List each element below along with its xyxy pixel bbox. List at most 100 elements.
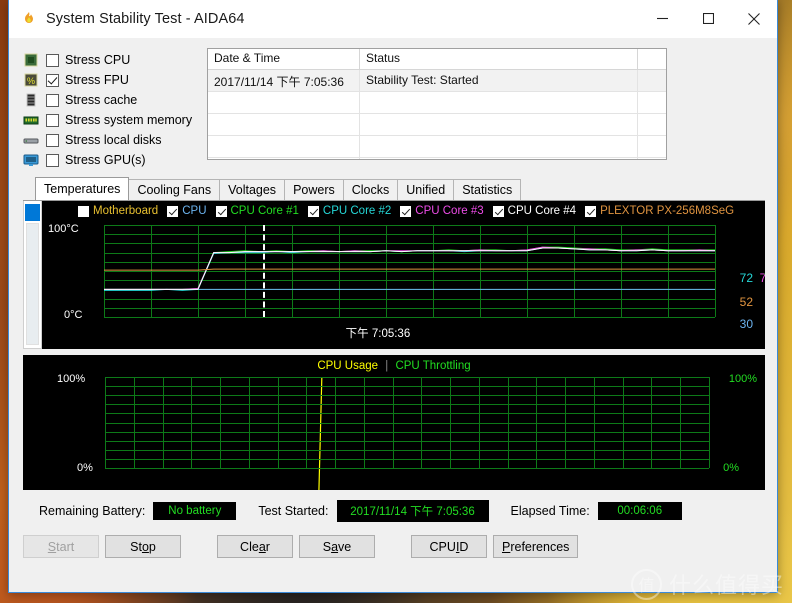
legend-checkbox-cpu-core-4[interactable] <box>492 205 504 217</box>
start-key: S <box>47 539 57 554</box>
status-log-table[interactable]: Date & Time Status 2017/11/14 下午 7:05:36… <box>207 48 667 160</box>
legend-checkbox-plextor[interactable] <box>585 205 597 217</box>
stress-memory-checkbox[interactable] <box>46 113 59 127</box>
usage-title-cpu-usage: CPU Usage <box>317 360 379 372</box>
legend-item-cpu-core-4[interactable]: CPU Core #4 <box>492 205 576 217</box>
legend-label-cpu-core-2: CPU Core #2 <box>322 205 392 217</box>
legend-label-cpu: CPU <box>182 205 207 217</box>
tab-cooling-fans[interactable]: Cooling Fans <box>128 179 221 200</box>
flame-icon <box>21 11 37 27</box>
cpuid-button[interactable]: CPU I D <box>411 535 487 558</box>
tab-voltages[interactable]: Voltages <box>219 179 286 200</box>
stop-button[interactable]: St o p <box>105 535 181 558</box>
log-cell-datetime <box>208 158 360 159</box>
stress-option-memory[interactable]: Stress system memory <box>23 110 199 130</box>
log-cell-extra <box>638 92 666 113</box>
legend-item-cpu-core-3[interactable]: CPU Core #3 <box>400 205 484 217</box>
scrollbar-thumb[interactable] <box>25 204 40 221</box>
log-header-row: Date & Time Status <box>208 49 666 70</box>
temp-value-label: 52 <box>739 295 753 309</box>
clear-pre: Cle <box>240 539 259 554</box>
stress-option-gpu[interactable]: Stress GPU(s) <box>23 150 199 170</box>
stress-disks-checkbox[interactable] <box>46 133 59 147</box>
temperature-panel: Motherboard CPU CPU Core #1 CPU Core #2 … <box>23 200 765 349</box>
log-cell-extra <box>638 70 666 91</box>
usage-title-separator: | <box>385 360 389 372</box>
stress-memory-label: Stress system memory <box>65 113 193 127</box>
stress-cache-label: Stress cache <box>65 93 138 107</box>
stop-pre: St <box>130 539 142 554</box>
preferences-button[interactable]: Preferences <box>493 535 579 558</box>
temperature-legend: Motherboard CPU CPU Core #1 CPU Core #2 … <box>78 205 763 217</box>
legend-checkbox-cpu[interactable] <box>167 205 179 217</box>
temp-value-label: 73 <box>764 271 765 285</box>
graph-area: Motherboard CPU CPU Core #1 CPU Core #2 … <box>23 200 765 490</box>
button-row: Start St o p Cle a r Sa ve CPU I D Preferences <box>23 535 777 558</box>
log-column-datetime: Date & Time <box>208 49 360 69</box>
save-button[interactable]: Sa ve <box>299 535 375 558</box>
table-row[interactable] <box>208 158 666 159</box>
tab-clocks[interactable]: Clocks <box>342 179 399 200</box>
stress-cpu-checkbox[interactable] <box>46 53 59 67</box>
legend-checkbox-motherboard[interactable] <box>78 205 89 217</box>
stress-fpu-checkbox[interactable] <box>46 73 59 87</box>
stress-gpu-label: Stress GPU(s) <box>65 153 146 167</box>
sensor-scrollbar[interactable] <box>23 201 42 349</box>
tab-powers[interactable]: Powers <box>284 179 344 200</box>
clear-post: r <box>265 539 270 554</box>
stress-option-fpu[interactable]: % Stress FPU <box>23 70 199 90</box>
table-row[interactable] <box>208 114 666 136</box>
time-cursor-line <box>262 225 265 317</box>
clear-button[interactable]: Cle a r <box>217 535 293 558</box>
window-title: System Stability Test - AIDA64 <box>46 10 245 27</box>
legend-item-cpu-core-2[interactable]: CPU Core #2 <box>307 205 392 217</box>
tab-unified[interactable]: Unified <box>397 179 455 200</box>
stress-cache-checkbox[interactable] <box>46 93 59 107</box>
legend-item-motherboard[interactable]: Motherboard <box>78 205 158 217</box>
stress-cpu-label: Stress CPU <box>65 53 131 67</box>
fpu-percent-icon: % <box>23 72 39 88</box>
log-cell-datetime <box>208 136 360 157</box>
usage-title-cpu-throttling: CPU Throttling <box>395 360 471 372</box>
start-button[interactable]: Start <box>23 535 99 558</box>
usage-axis-max-label-left: 100% <box>57 373 86 385</box>
save-post: ve <box>338 539 352 554</box>
cpu-usage-plot <box>105 377 710 468</box>
legend-checkbox-cpu-core-3[interactable] <box>400 205 412 217</box>
tab-statistics[interactable]: Statistics <box>453 179 522 200</box>
legend-item-plextor[interactable]: PLEXTOR PX-256M8SeG <box>585 205 734 217</box>
temperature-chart: Motherboard CPU CPU Core #1 CPU Core #2 … <box>42 201 765 349</box>
stress-gpu-checkbox[interactable] <box>46 153 59 167</box>
preferences-key: P <box>502 539 511 554</box>
legend-item-cpu-core-1[interactable]: CPU Core #1 <box>215 205 299 217</box>
usage-axis-max-label-right: 100% <box>728 373 757 385</box>
status-row: Remaining Battery: No battery Test Start… <box>39 500 777 522</box>
stress-disks-label: Stress local disks <box>65 133 162 147</box>
scrollbar-track[interactable] <box>26 223 39 345</box>
temp-value-label: 72 <box>739 271 753 285</box>
table-row[interactable]: 2017/11/14 下午 7:05:36 Stability Test: St… <box>208 70 666 92</box>
log-cell-extra <box>638 136 666 157</box>
stress-option-cpu[interactable]: Stress CPU <box>23 50 199 70</box>
stress-option-cache[interactable]: Stress cache <box>23 90 199 110</box>
close-button[interactable] <box>731 1 777 37</box>
legend-checkbox-cpu-core-1[interactable] <box>215 205 227 217</box>
table-row[interactable] <box>208 92 666 114</box>
table-row[interactable] <box>208 136 666 158</box>
legend-item-cpu[interactable]: CPU <box>167 205 207 217</box>
tab-temperatures[interactable]: Temperatures <box>35 177 130 200</box>
minimize-button[interactable] <box>639 1 685 37</box>
cpuid-post: D <box>459 539 469 554</box>
maximize-button[interactable] <box>685 1 731 37</box>
window-client-area: Stress CPU % Stress FPU Stress cache Str… <box>9 38 777 592</box>
clear-key: a <box>258 539 266 554</box>
usage-axis-min-label-right: 0% <box>723 462 739 474</box>
test-started-value: 2017/11/14 下午 7:05:36 <box>336 500 489 522</box>
log-cell-datetime <box>208 92 360 113</box>
stress-options-list: Stress CPU % Stress FPU Stress cache Str… <box>23 48 199 170</box>
title-bar[interactable]: System Stability Test - AIDA64 <box>9 0 777 38</box>
cache-icon <box>23 92 39 108</box>
log-cell-extra <box>638 114 666 135</box>
stress-option-disks[interactable]: Stress local disks <box>23 130 199 150</box>
legend-checkbox-cpu-core-2[interactable] <box>307 205 319 217</box>
